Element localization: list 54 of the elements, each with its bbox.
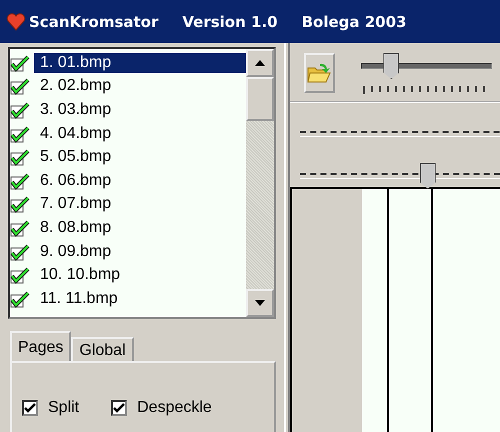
file-item[interactable]: 6. 06.bmp xyxy=(10,168,246,193)
open-folder-button[interactable] xyxy=(304,53,334,93)
slider-thumb[interactable] xyxy=(383,53,400,79)
file-name[interactable]: 8. 08.bmp xyxy=(34,218,118,238)
heart-icon xyxy=(6,12,26,30)
checkmark-icon[interactable] xyxy=(10,100,30,119)
file-item[interactable]: 1. 01.bmp xyxy=(10,51,246,75)
scroll-thumb[interactable] xyxy=(246,77,274,121)
scrollbar[interactable] xyxy=(246,49,274,317)
checkbox-label[interactable]: Split xyxy=(48,399,80,417)
scroll-down-button[interactable] xyxy=(246,289,274,317)
file-item[interactable]: 2. 02.bmp xyxy=(10,74,246,98)
window-title: ScanKromsator xyxy=(29,12,158,30)
checkmark-icon[interactable] xyxy=(10,242,30,261)
checkmark-icon[interactable] xyxy=(10,54,30,72)
scroll-up-button[interactable] xyxy=(246,49,274,77)
checkmark-icon[interactable] xyxy=(10,266,30,284)
down-arrow-icon xyxy=(255,300,265,306)
slider-track[interactable] xyxy=(300,131,500,137)
checkmark-icon[interactable] xyxy=(10,172,30,190)
tab[interactable]: Global xyxy=(71,337,134,361)
tab[interactable]: Pages xyxy=(10,331,72,361)
file-name[interactable]: 6. 06.bmp xyxy=(34,170,118,191)
checkmark-icon[interactable] xyxy=(10,218,30,237)
file-item[interactable]: 8. 08.bmp xyxy=(10,216,246,240)
checkmark-icon[interactable] xyxy=(10,124,30,143)
file-item[interactable]: 11. 11.bmp xyxy=(10,286,246,311)
file-name[interactable]: 9. 09.bmp xyxy=(34,242,118,262)
file-name[interactable]: 7. 07.bmp xyxy=(34,194,118,214)
checkbox[interactable] xyxy=(111,400,128,416)
file-name[interactable]: 10. 10.bmp xyxy=(34,265,126,286)
file-name[interactable]: 3. 03.bmp xyxy=(34,100,118,120)
file-item[interactable]: 10. 10.bmp xyxy=(10,263,246,287)
file-name[interactable]: 11. 11.bmp xyxy=(34,288,124,309)
file-item[interactable]: 7. 07.bmp xyxy=(10,192,246,216)
slider-thumb[interactable] xyxy=(420,162,436,189)
checkmark-icon[interactable] xyxy=(10,290,30,308)
up-arrow-icon xyxy=(255,60,265,66)
file-item[interactable]: 3. 03.bmp xyxy=(10,98,246,122)
file-name[interactable]: 4. 04.bmp xyxy=(34,124,118,144)
file-name[interactable]: 1. 01.bmp xyxy=(34,52,246,73)
version-text: Version 1.0 xyxy=(182,12,278,30)
checkmark-icon[interactable] xyxy=(10,195,30,214)
checkbox-label[interactable]: Despeckle xyxy=(137,399,212,417)
folder-icon xyxy=(306,61,332,85)
checkbox[interactable] xyxy=(22,400,38,416)
checkmark-icon[interactable] xyxy=(10,148,30,166)
file-item[interactable]: 5. 05.bmp xyxy=(10,145,246,169)
file-item[interactable]: 4. 04.bmp xyxy=(10,122,246,146)
file-item[interactable]: 9. 09.bmp xyxy=(10,240,246,264)
author-text: Bolega 2003 xyxy=(302,12,406,30)
file-name[interactable]: 5. 05.bmp xyxy=(34,147,118,168)
file-name[interactable]: 2. 02.bmp xyxy=(34,76,118,96)
checkmark-icon[interactable] xyxy=(10,77,30,96)
